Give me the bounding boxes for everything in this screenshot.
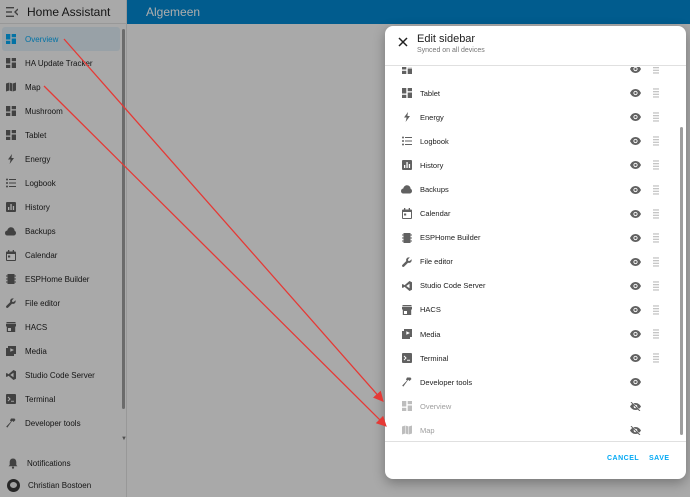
drag-handle-icon[interactable] xyxy=(653,329,659,339)
close-icon[interactable] xyxy=(397,36,409,48)
wrench-icon xyxy=(401,256,412,267)
dialog-item-label: Backups xyxy=(420,185,449,195)
eye-icon[interactable] xyxy=(630,304,641,315)
eye-icon[interactable] xyxy=(630,67,641,75)
dialog-scrollbar[interactable] xyxy=(679,67,684,441)
play-box-icon xyxy=(401,329,412,340)
console-icon xyxy=(401,353,412,364)
eye-icon[interactable] xyxy=(630,184,641,195)
dialog-item-label: Studio Code Server xyxy=(420,281,486,291)
dialog-header: Edit sidebar Synced on all devices xyxy=(385,26,686,66)
dialog-item-developer-tools[interactable]: Developer tools xyxy=(385,370,679,394)
view-dashboard-icon xyxy=(401,401,412,412)
dialog-item-media[interactable]: Media xyxy=(385,322,679,346)
dialog-title: Edit sidebar xyxy=(417,33,476,45)
dialog-item-list-inner: Tablet Energy Logbook History Backups Calenda… xyxy=(385,67,679,441)
dialog-item-label: Energy xyxy=(420,112,444,122)
store-icon xyxy=(401,304,412,315)
dialog-item-list: Tablet Energy Logbook History Backups Calenda… xyxy=(385,67,679,441)
dialog-item-overview[interactable]: Overview xyxy=(385,394,679,418)
dialog-item-label: HACS xyxy=(420,305,441,315)
eye-icon[interactable] xyxy=(630,232,641,243)
drag-handle-icon[interactable] xyxy=(653,112,659,122)
eye-icon[interactable] xyxy=(630,88,641,99)
vscode-icon xyxy=(401,280,412,291)
save-button[interactable]: SAVE xyxy=(649,455,670,462)
dialog-item-logbook[interactable]: Logbook xyxy=(385,129,679,153)
dialog-subtitle: Synced on all devices xyxy=(417,47,485,54)
dialog-item-label: ESPHome Builder xyxy=(420,233,481,243)
dialog-item-terminal[interactable]: Terminal xyxy=(385,346,679,370)
dialog-item-history[interactable]: History xyxy=(385,153,679,177)
dialog-item-calendar[interactable]: Calendar xyxy=(385,202,679,226)
drag-handle-icon[interactable] xyxy=(653,184,659,195)
dialog-item-label: Media xyxy=(420,329,441,339)
dialog-scrollbar-thumb[interactable] xyxy=(680,127,683,435)
eye-icon[interactable] xyxy=(630,353,641,364)
eye-icon[interactable] xyxy=(630,160,641,171)
dialog-item-label: Terminal xyxy=(420,353,449,363)
dialog-item-map[interactable]: Map xyxy=(385,418,679,441)
dialog-footer: CANCEL SAVE xyxy=(385,441,686,479)
dialog-item-backups[interactable]: Backups xyxy=(385,177,679,201)
dialog-item-studio-code-server[interactable]: Studio Code Server xyxy=(385,274,679,298)
eye-icon[interactable] xyxy=(630,112,641,123)
dialog-item-label: Map xyxy=(420,425,435,435)
cloud-upload-icon xyxy=(401,184,412,195)
eye-off-icon[interactable] xyxy=(630,401,641,412)
eye-icon[interactable] xyxy=(630,256,641,267)
drag-handle-icon[interactable] xyxy=(653,233,659,243)
drag-handle-icon[interactable] xyxy=(653,257,659,267)
dialog-item-label: Tablet xyxy=(420,88,441,98)
calendar-icon xyxy=(401,208,412,220)
edit-sidebar-dialog: Edit sidebar Synced on all devices Table… xyxy=(385,26,686,479)
dialog-item-label: Logbook xyxy=(420,136,449,146)
eye-icon[interactable] xyxy=(630,280,641,291)
lightning-bolt-icon xyxy=(401,112,412,123)
dialog-item-label: History xyxy=(420,160,444,170)
drag-handle-icon[interactable] xyxy=(653,353,659,363)
drag-handle-icon[interactable] xyxy=(653,136,659,147)
dialog-item-energy[interactable]: Energy xyxy=(385,105,679,129)
drag-handle-icon[interactable] xyxy=(653,208,659,219)
eye-icon[interactable] xyxy=(630,377,641,388)
drag-handle-icon[interactable] xyxy=(653,281,659,291)
dialog-item-file-editor[interactable]: File editor xyxy=(385,250,679,274)
eye-off-icon[interactable] xyxy=(630,425,641,436)
eye-icon[interactable] xyxy=(630,329,641,340)
dialog-item-partial[interactable] xyxy=(385,67,679,81)
dialog-item-label: File editor xyxy=(420,257,453,267)
view-dashboard-icon xyxy=(401,67,412,75)
drag-handle-icon[interactable] xyxy=(653,305,659,315)
eye-icon[interactable] xyxy=(630,208,641,219)
dialog-item-label: Calendar xyxy=(420,209,451,219)
cancel-button[interactable]: CANCEL xyxy=(607,455,639,462)
format-list-bulleted-icon xyxy=(401,136,412,147)
dialog-item-label: Developer tools xyxy=(420,377,473,387)
dialog-item-tablet[interactable]: Tablet xyxy=(385,81,679,105)
drag-handle-icon[interactable] xyxy=(653,88,659,98)
dialog-item-hacs[interactable]: HACS xyxy=(385,298,679,322)
dialog-item-label: Overview xyxy=(420,401,452,411)
drag-handle-icon[interactable] xyxy=(653,160,659,171)
hammer-icon xyxy=(401,377,412,388)
map-icon xyxy=(401,425,412,436)
chart-box-icon xyxy=(401,160,412,171)
chip-icon xyxy=(401,232,412,243)
drag-handle-icon[interactable] xyxy=(653,67,659,74)
view-dashboard-icon xyxy=(401,88,412,99)
eye-icon[interactable] xyxy=(630,136,641,147)
dialog-item-esphome-builder[interactable]: ESPHome Builder xyxy=(385,226,679,250)
